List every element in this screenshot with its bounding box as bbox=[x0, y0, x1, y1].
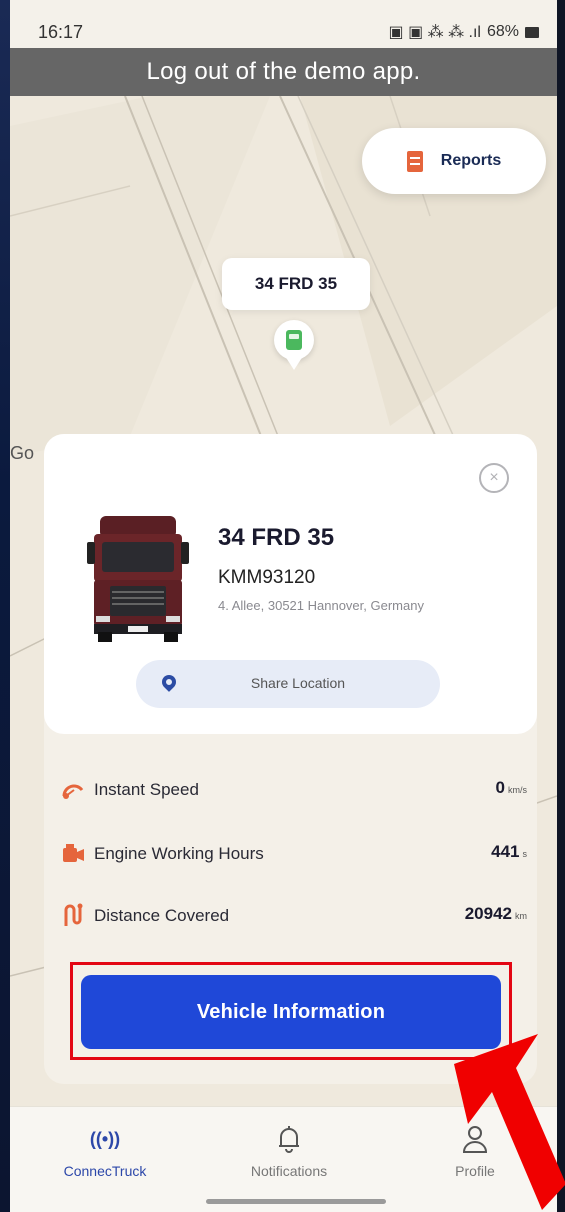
metric-distance: Distance Covered 20942 km bbox=[44, 896, 537, 936]
marker-circle bbox=[274, 320, 314, 360]
metric-value: 441 s bbox=[491, 842, 527, 862]
status-time: 16:17 bbox=[38, 22, 84, 42]
metric-unit: s bbox=[522, 849, 528, 859]
metric-value: 20942 km bbox=[465, 904, 527, 924]
vehicle-bottom-sheet: × 34 FRD 35 KMM93120 4. Allee, 30521 Han… bbox=[44, 434, 537, 1084]
share-location-label: Share Location bbox=[250, 675, 346, 691]
truck-image bbox=[87, 516, 189, 642]
tab-label: ConnecTruck bbox=[63, 1163, 147, 1179]
marker-tail bbox=[285, 356, 303, 370]
metric-number: 0 bbox=[495, 778, 505, 797]
background-right bbox=[557, 0, 565, 1212]
phone-screen: 16:17 ▣ ▣ ⁂ ⁂ .ıl 68% Log out of the dem… bbox=[10, 0, 557, 1212]
metric-unit: km/s bbox=[508, 785, 527, 795]
home-indicator bbox=[206, 1199, 386, 1204]
metric-label: Engine Working Hours bbox=[94, 844, 264, 863]
vehicle-map-marker[interactable] bbox=[272, 320, 316, 382]
annotation-arrow bbox=[454, 1034, 565, 1210]
metric-unit: km bbox=[515, 911, 527, 921]
google-logo: Go bbox=[10, 443, 35, 463]
metric-label: Distance Covered bbox=[94, 906, 230, 925]
reports-label: Reports bbox=[440, 152, 502, 169]
truck-marker-icon bbox=[286, 330, 302, 350]
vehicle-card: × 34 FRD 35 KMM93120 4. Allee, 30521 Han… bbox=[44, 434, 537, 734]
background-left bbox=[0, 0, 10, 1212]
vehicle-map-label[interactable]: 34 FRD 35 bbox=[222, 258, 370, 310]
logout-banner-text: Log out of the demo app. bbox=[146, 58, 421, 85]
share-location-button[interactable]: Share Location bbox=[136, 660, 440, 708]
reports-button[interactable]: Reports bbox=[362, 128, 546, 194]
vehicle-plate: 34 FRD 35 bbox=[218, 524, 335, 551]
metric-number: 441 bbox=[491, 842, 520, 861]
broadcast-icon: ((•)) bbox=[30, 1121, 180, 1157]
route-icon bbox=[64, 903, 83, 926]
tab-notifications[interactable]: Notifications bbox=[214, 1121, 364, 1179]
broadcast-glyph: ((•)) bbox=[89, 1128, 121, 1149]
engine-icon bbox=[63, 844, 84, 862]
battery-percent: 68% bbox=[486, 23, 519, 40]
battery-icon bbox=[525, 26, 539, 38]
metric-instant-speed: Instant Speed 0 km/s bbox=[44, 770, 537, 810]
bell-glyph bbox=[279, 1126, 299, 1153]
highlight-box: Vehicle Information bbox=[70, 962, 512, 1060]
vehicle-id: KMM93120 bbox=[218, 567, 316, 588]
logout-banner[interactable]: Log out of the demo app. bbox=[10, 48, 557, 96]
close-icon[interactable]: × bbox=[479, 463, 509, 493]
tab-connectruck[interactable]: ((•)) ConnecTruck bbox=[30, 1121, 180, 1180]
status-icons: ▣ ▣ ⁂ ⁂ .ıl bbox=[388, 24, 481, 41]
metric-engine-hours: Engine Working Hours 441 s bbox=[44, 834, 537, 874]
metric-number: 20942 bbox=[464, 904, 512, 923]
vehicle-address: 4. Allee, 30521 Hannover, Germany bbox=[218, 598, 424, 613]
report-icon bbox=[406, 150, 423, 172]
vehicle-information-button[interactable]: Vehicle Information bbox=[81, 975, 501, 1049]
bell-icon bbox=[214, 1121, 364, 1157]
metric-label: Instant Speed bbox=[94, 780, 199, 799]
metric-value: 0 km/s bbox=[496, 778, 527, 798]
tab-label: Notifications bbox=[250, 1163, 328, 1179]
speedometer-icon bbox=[62, 784, 84, 799]
status-indicators: ▣ ▣ ⁂ ⁂ .ıl 68% bbox=[388, 22, 539, 42]
